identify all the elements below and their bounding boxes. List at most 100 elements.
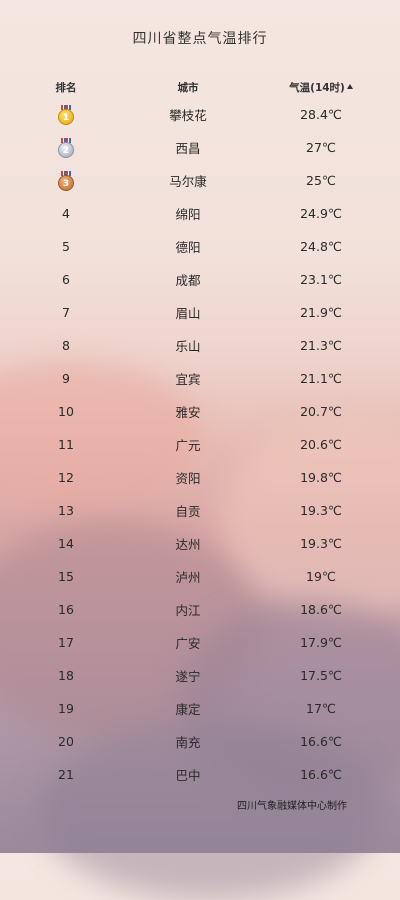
city-name: 泸州	[175, 570, 201, 585]
sort-ascending-icon[interactable]	[346, 83, 353, 89]
table-row: 8 乐山 21.3℃	[0, 329, 400, 362]
temperature-value: 20.6℃	[300, 437, 342, 452]
city-name: 南充	[175, 735, 201, 750]
medal-rank-number: 2	[58, 141, 74, 158]
city-name: 康定	[175, 702, 201, 717]
rank-number: 20	[58, 734, 74, 749]
bronze-medal-icon: 3	[58, 170, 74, 191]
temperature-value: 24.8℃	[300, 239, 342, 254]
medal-rank-number: 1	[58, 108, 74, 125]
city-name: 攀枝花	[169, 108, 207, 123]
temperature-value: 19.3℃	[300, 503, 342, 518]
city-name: 广安	[175, 636, 201, 651]
table-row: 6 成都 23.1℃	[0, 263, 400, 296]
rank-number: 7	[62, 305, 70, 320]
rank-number: 19	[58, 701, 74, 716]
table-row: 7 眉山 21.9℃	[0, 296, 400, 329]
rank-number: 6	[62, 272, 70, 287]
city-name: 达州	[175, 537, 201, 552]
rank-number: 21	[58, 767, 74, 782]
table-row: 13 自贡 19.3℃	[0, 494, 400, 527]
table-row: 5 德阳 24.8℃	[0, 230, 400, 263]
gold-medal-icon: 1	[58, 104, 74, 125]
city-name: 绵阳	[175, 207, 201, 222]
city-column-header: 城市	[177, 81, 199, 94]
rank-number: 17	[58, 635, 74, 650]
ranking-page: 四川省整点气温排行 排名 城市 气温(14时) 1 攀枝花 28.4℃ 2 西昌 27℃ 3…	[0, 0, 400, 791]
city-name: 自贡	[175, 504, 201, 519]
rank-number: 11	[58, 437, 74, 452]
table-row: 15 泸州 19℃	[0, 560, 400, 593]
temperature-value: 28.4℃	[300, 107, 342, 122]
city-name: 乐山	[175, 339, 201, 354]
rank-number: 14	[58, 536, 74, 551]
table-row: 3 马尔康 25℃	[0, 164, 400, 197]
rank-number: 10	[58, 404, 74, 419]
temperature-value: 24.9℃	[300, 206, 342, 221]
temperature-value: 18.6℃	[300, 602, 342, 617]
temperature-value: 21.3℃	[300, 338, 342, 353]
temperature-value: 17.5℃	[300, 668, 342, 683]
page-title: 四川省整点气温排行	[132, 31, 268, 47]
rank-column-header: 排名	[55, 81, 77, 94]
table-row: 1 攀枝花 28.4℃	[0, 98, 400, 131]
table-row: 11 广元 20.6℃	[0, 428, 400, 461]
temperature-column-label: 气温(14时)	[289, 81, 345, 94]
temperature-value: 19.8℃	[300, 470, 342, 485]
rank-number: 16	[58, 602, 74, 617]
rank-number: 13	[58, 503, 74, 518]
temperature-value: 21.1℃	[300, 371, 342, 386]
table-row: 2 西昌 27℃	[0, 131, 400, 164]
rank-number: 5	[62, 239, 70, 254]
temperature-value: 21.9℃	[300, 305, 342, 320]
rank-number: 8	[62, 338, 70, 353]
city-name: 成都	[175, 273, 201, 288]
temperature-value: 17.9℃	[300, 635, 342, 650]
table-row: 20 南充 16.6℃	[0, 725, 400, 758]
rank-medal-cell: 3	[0, 170, 132, 191]
temperature-value: 23.1℃	[300, 272, 342, 287]
table-row: 17 广安 17.9℃	[0, 626, 400, 659]
temperature-column-header[interactable]: 气温(14时)	[244, 80, 398, 95]
rank-number: 9	[62, 371, 70, 386]
ranking-table-body: 1 攀枝花 28.4℃ 2 西昌 27℃ 3 马尔康 25℃ 4 绵阳 24.9℃ 5 德阳 24.8℃ 6 成…	[0, 98, 400, 791]
table-row: 14 达州 19.3℃	[0, 527, 400, 560]
city-name: 资阳	[175, 471, 201, 486]
table-row: 12 资阳 19.8℃	[0, 461, 400, 494]
temperature-value: 16.6℃	[300, 734, 342, 749]
table-row: 19 康定 17℃	[0, 692, 400, 725]
city-name: 遂宁	[175, 669, 201, 684]
temperature-value: 25℃	[306, 173, 336, 188]
city-name: 巴中	[175, 768, 201, 783]
city-name: 眉山	[175, 306, 201, 321]
rank-number: 12	[58, 470, 74, 485]
footer-credit: 四川气象融媒体中心制作	[237, 801, 347, 812]
city-name: 宜宾	[175, 372, 201, 387]
city-name: 马尔康	[169, 174, 207, 189]
city-name: 西昌	[175, 141, 201, 156]
table-row: 10 雅安 20.7℃	[0, 395, 400, 428]
rank-medal-cell: 2	[0, 137, 132, 158]
table-row: 21 巴中 16.6℃	[0, 758, 400, 791]
city-name: 德阳	[175, 240, 201, 255]
city-name: 广元	[175, 438, 201, 453]
rank-number: 18	[58, 668, 74, 683]
city-name: 雅安	[175, 405, 201, 420]
temperature-value: 19.3℃	[300, 536, 342, 551]
medal-rank-number: 3	[58, 174, 74, 191]
rank-number: 15	[58, 569, 74, 584]
table-row: 9 宜宾 21.1℃	[0, 362, 400, 395]
table-row: 16 内江 18.6℃	[0, 593, 400, 626]
temperature-value: 19℃	[306, 569, 336, 584]
rank-medal-cell: 1	[0, 104, 132, 125]
rank-number: 4	[62, 206, 70, 221]
table-row: 4 绵阳 24.9℃	[0, 197, 400, 230]
temperature-value: 20.7℃	[300, 404, 342, 419]
city-name: 内江	[175, 603, 201, 618]
table-row: 18 遂宁 17.5℃	[0, 659, 400, 692]
temperature-value: 27℃	[306, 140, 336, 155]
temperature-value: 16.6℃	[300, 767, 342, 782]
silver-medal-icon: 2	[58, 137, 74, 158]
table-header: 排名 城市 气温(14时)	[0, 76, 400, 98]
temperature-value: 17℃	[306, 701, 336, 716]
